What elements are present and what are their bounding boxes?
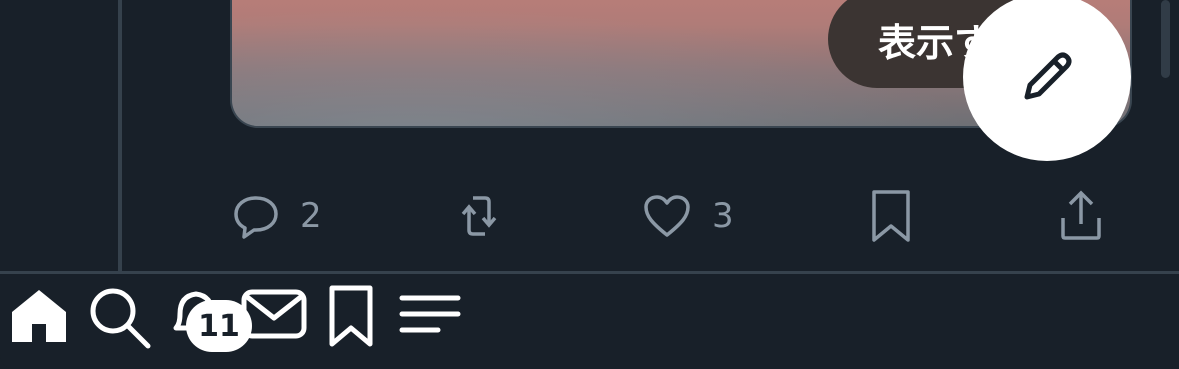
heart-icon: [644, 195, 690, 237]
tab-menu[interactable]: [398, 284, 462, 352]
notifications-badge: 11: [186, 300, 252, 352]
bookmark-button[interactable]: [868, 188, 914, 244]
bottom-tab-bar: [0, 274, 1179, 369]
tab-bookmarks[interactable]: [326, 284, 376, 352]
reply-button[interactable]: 2: [232, 188, 322, 244]
share-icon: [1061, 190, 1101, 240]
like-button[interactable]: 3: [642, 188, 734, 244]
left-rail: [0, 0, 118, 271]
bookmark-icon: [329, 285, 373, 347]
bookmark-icon: [872, 190, 910, 242]
compose-button[interactable]: [963, 0, 1131, 161]
tab-search[interactable]: [86, 284, 152, 354]
pencil-icon: [1024, 52, 1072, 100]
repost-icon: [461, 196, 497, 236]
tab-home[interactable]: [8, 284, 70, 350]
share-button[interactable]: [1058, 188, 1104, 244]
home-icon: [12, 290, 66, 342]
search-icon: [90, 288, 151, 349]
thread-connector-line: [118, 0, 122, 271]
menu-icon: [399, 295, 461, 333]
repost-button[interactable]: [455, 188, 523, 244]
reply-icon: [234, 196, 278, 239]
scrollbar-thumb[interactable]: [1161, 0, 1170, 78]
reply-count: 2: [300, 196, 322, 236]
app-screen: 表示す 2 3 11: [0, 0, 1179, 369]
notifications-badge-count: 11: [198, 308, 240, 344]
like-count: 3: [712, 196, 734, 236]
